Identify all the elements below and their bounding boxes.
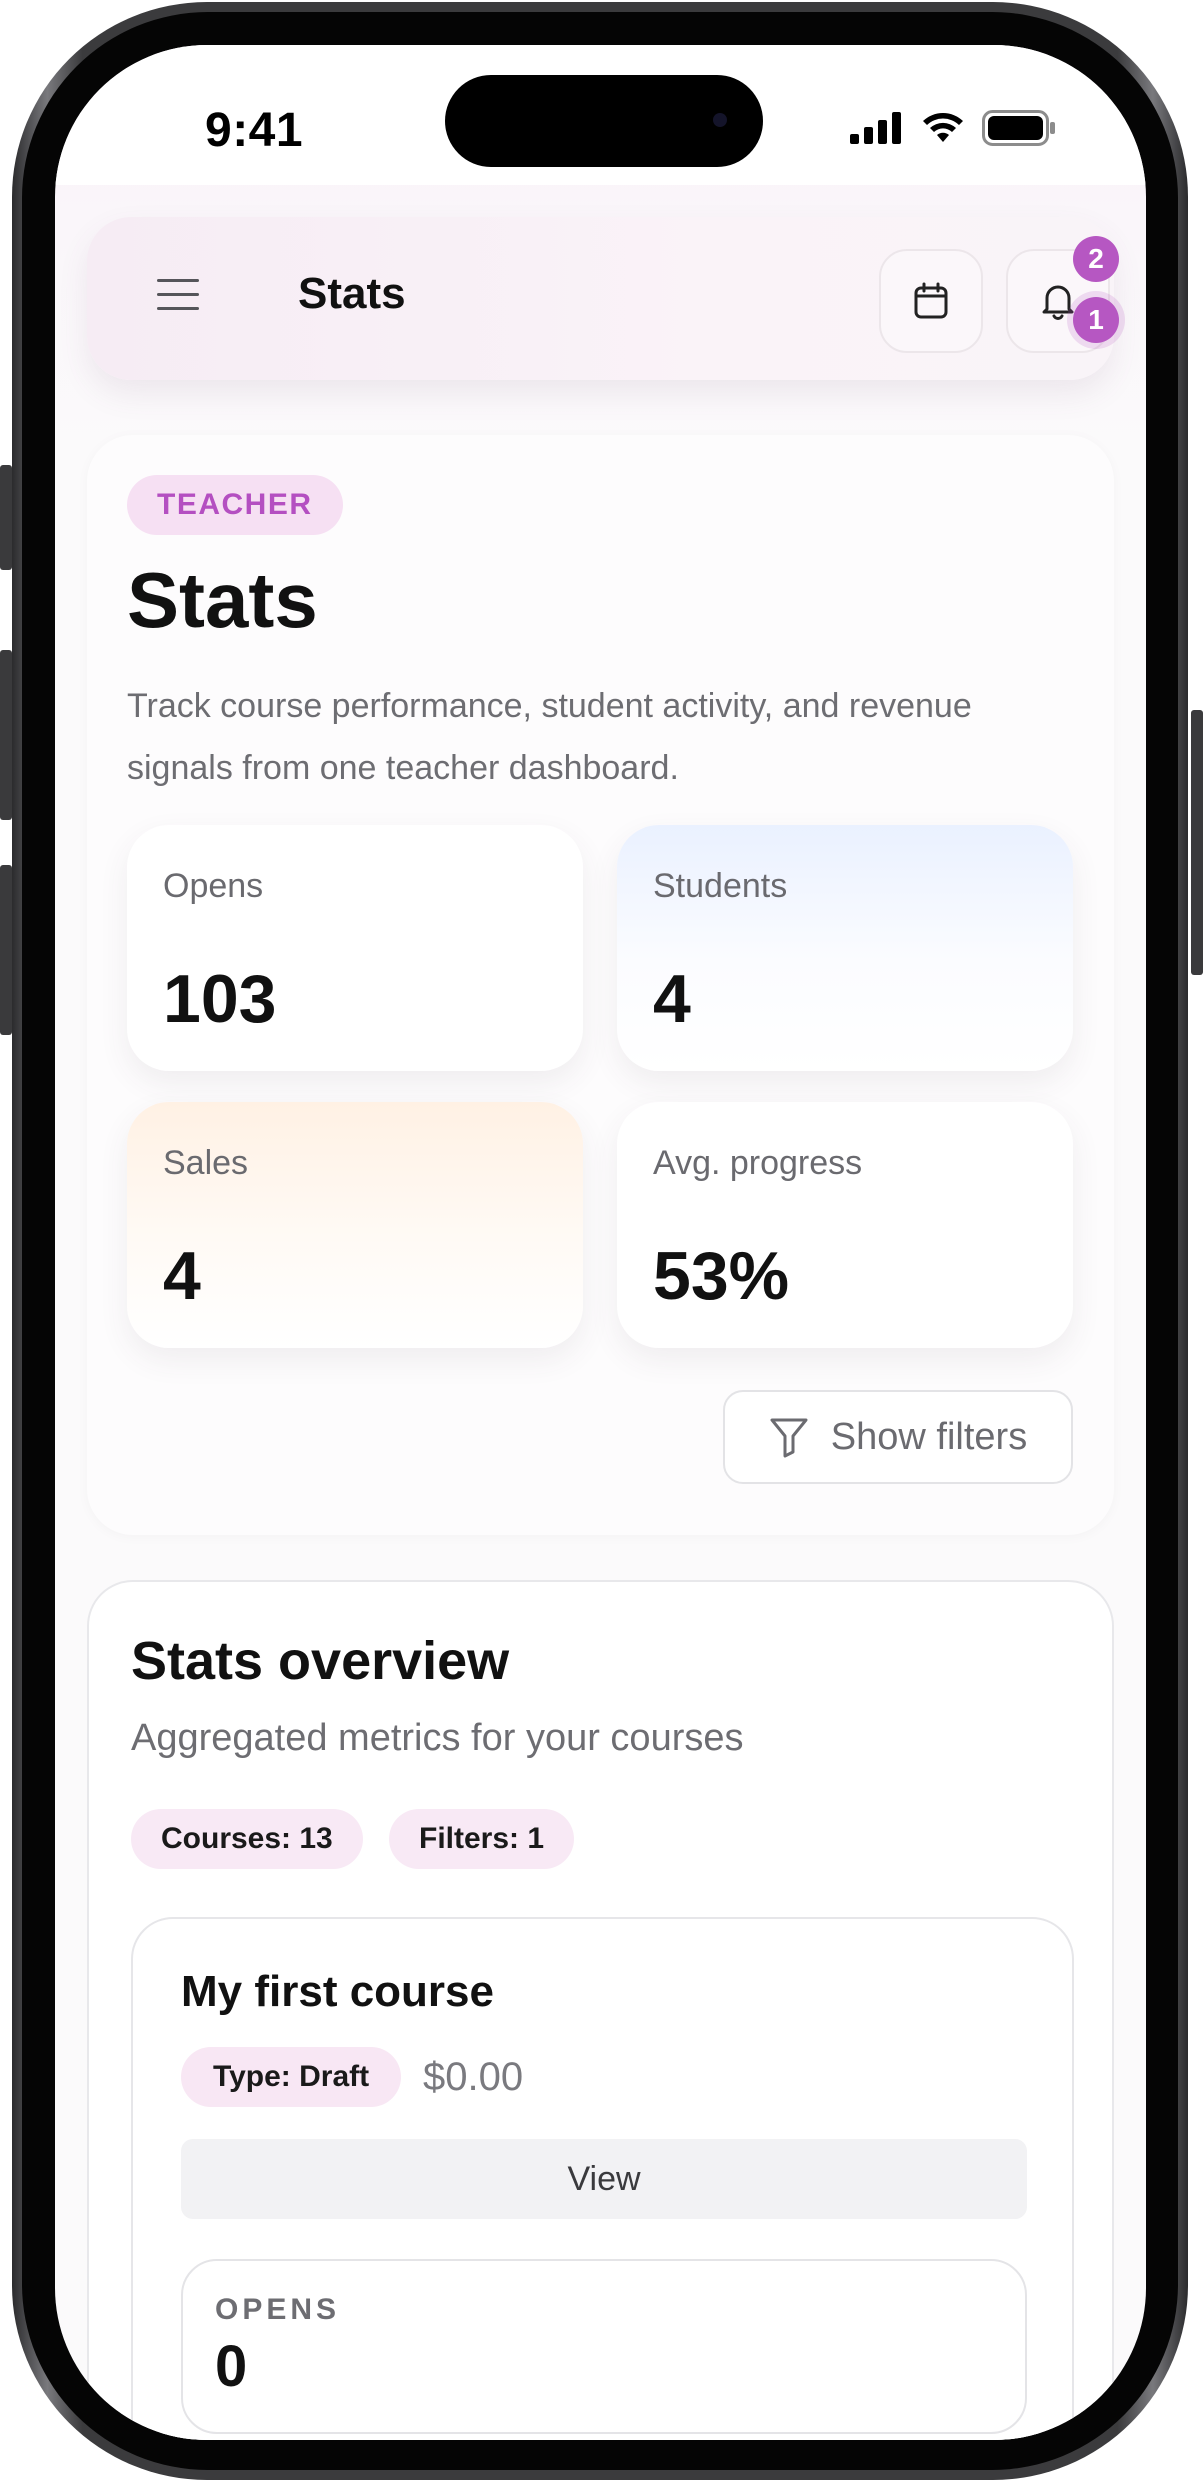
phone-power-button <box>1191 710 1203 975</box>
stat-card-avg-progress: Avg. progress 53% <box>617 1102 1073 1348</box>
filters-count-pill: Filters: 1 <box>389 1809 575 1869</box>
course-price: $0.00 <box>423 2055 524 2099</box>
stat-card-sales: Sales 4 <box>127 1102 583 1348</box>
status-time: 9:41 <box>205 104 304 157</box>
view-course-button[interactable]: View <box>181 2139 1027 2219</box>
top-bar-title: Stats <box>298 269 406 318</box>
phone-volume-up-button <box>0 650 12 820</box>
phone-volume-down-button <box>0 865 12 1035</box>
stat-value: 53% <box>653 1238 790 1314</box>
stat-card-students: Students 4 <box>617 825 1073 1071</box>
phone-screen: 9:41 Stats 2 1 TEACHER Stats Track cours… <box>55 45 1146 2440</box>
stat-label: Sales <box>163 1144 249 1182</box>
calendar-button[interactable] <box>879 249 983 353</box>
stat-value: 4 <box>163 1238 201 1314</box>
notification-badge-top: 2 <box>1073 236 1119 282</box>
stats-overview-card: Stats overview Aggregated metrics for yo… <box>87 1580 1114 2440</box>
phone-action-button <box>0 465 12 570</box>
hamburger-menu-icon[interactable] <box>157 279 199 311</box>
wifi-icon <box>923 113 963 142</box>
page-description: Track course performance, student activi… <box>127 687 972 787</box>
stat-card-opens: Opens 103 <box>127 825 583 1071</box>
battery-icon <box>982 110 1055 146</box>
role-chip: TEACHER <box>127 475 343 535</box>
course-title: My first course <box>181 1967 494 2016</box>
cellular-signal-icon <box>850 112 901 144</box>
dynamic-island <box>445 75 763 167</box>
stat-label: Students <box>653 867 788 905</box>
opens-metric-label: OPENS <box>215 2293 341 2326</box>
overview-subtitle: Aggregated metrics for your courses <box>131 1717 744 1759</box>
stat-label: Opens <box>163 867 264 905</box>
funnel-icon <box>770 1418 808 1458</box>
calendar-icon <box>914 282 948 319</box>
stat-value: 103 <box>163 961 277 1037</box>
status-icons <box>850 110 1056 146</box>
camera-lens <box>713 113 727 127</box>
stat-label: Avg. progress <box>653 1144 863 1182</box>
stat-value: 4 <box>653 961 691 1037</box>
course-opens-metric: OPENS 0 <box>181 2259 1027 2434</box>
show-filters-button[interactable]: Show filters <box>723 1390 1073 1484</box>
course-card: My first course Type: Draft $0.00 View O… <box>131 1917 1074 2440</box>
stats-hero-card: TEACHER Stats Track course performance, … <box>87 435 1114 1535</box>
page-title: Stats <box>127 556 318 644</box>
course-type-chip: Type: Draft <box>181 2047 402 2107</box>
notification-badge-bottom: 1 <box>1073 297 1119 343</box>
top-app-bar: Stats 2 1 <box>87 217 1119 380</box>
courses-count-pill: Courses: 13 <box>131 1809 363 1869</box>
overview-title: Stats overview <box>131 1631 510 1691</box>
show-filters-label: Show filters <box>830 1415 1028 1458</box>
opens-metric-value: 0 <box>215 2334 248 2399</box>
